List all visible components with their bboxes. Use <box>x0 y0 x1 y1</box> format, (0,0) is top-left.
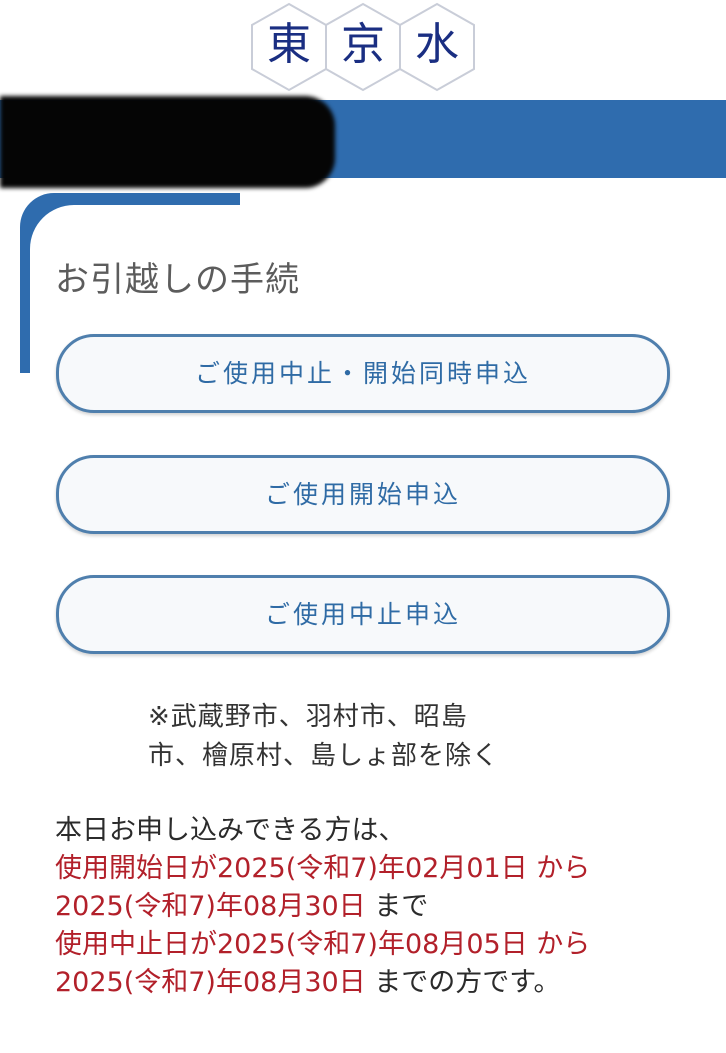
logo-char-3: 水 <box>415 19 459 70</box>
exclusion-note-line-2: 市、檜原村、島しょ部を除く <box>148 741 500 771</box>
tokyo-waterworks-logo[interactable]: 東 京 水 <box>250 2 476 92</box>
start-date-range-to-line: 2025(令和7)年08月30日 まで <box>55 888 695 926</box>
logo-char-1: 東 <box>267 19 311 70</box>
eligibility-info: 本日お申し込みできる方は、 使用開始日が2025(令和7)年02月01日 から … <box>55 812 695 1002</box>
redacted-header-text <box>0 96 335 188</box>
section-title: お引越しの手続 <box>55 260 300 300</box>
logo-char-2: 京 <box>341 19 385 70</box>
eligibility-intro: 本日お申し込みできる方は、 <box>55 815 406 846</box>
exclusion-note: ※武蔵野市、羽村市、昭島 市、檜原村、島しょ部を除く <box>148 698 568 776</box>
start-date-range-to: 2025(令和7)年08月30日 <box>55 891 366 922</box>
start-date-suffix: まで <box>365 891 429 922</box>
stop-date-suffix: までの方です。 <box>365 967 561 998</box>
start-application-button[interactable]: ご使用開始申込 <box>56 455 670 534</box>
stop-date-range-to: 2025(令和7)年08月30日 <box>55 967 366 998</box>
stop-date-range-to-line: 2025(令和7)年08月30日 までの方です。 <box>55 964 695 1002</box>
stop-and-start-application-button[interactable]: ご使用中止・開始同時申込 <box>56 334 670 413</box>
stop-application-button[interactable]: ご使用中止申込 <box>56 575 670 654</box>
stop-date-range-from: 使用中止日が2025(令和7)年08月05日 から <box>55 929 591 960</box>
exclusion-note-line-1: ※武蔵野市、羽村市、昭島 <box>148 702 468 732</box>
start-date-range-from: 使用開始日が2025(令和7)年02月01日 から <box>55 853 591 884</box>
